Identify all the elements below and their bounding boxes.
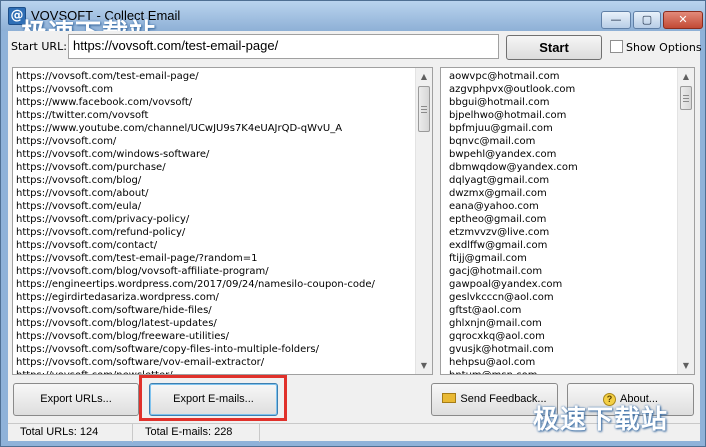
minimize-button[interactable]: —: [601, 11, 631, 29]
scroll-thumb[interactable]: [680, 86, 692, 110]
app-window: @ VOVSOFT - Collect Email — ▢ ✕ 极速下载站 St…: [0, 0, 706, 447]
email-list-scrollbar[interactable]: ▲ ▼: [677, 68, 694, 374]
start-button[interactable]: Start: [506, 35, 602, 60]
export-urls-button[interactable]: Export URLs...: [13, 383, 139, 416]
list-item[interactable]: https://vovsoft.com/newsletter/: [16, 369, 414, 374]
envelope-icon: [442, 393, 457, 403]
list-item[interactable]: etzmvvzv@live.com: [449, 226, 676, 239]
maximize-button[interactable]: ▢: [633, 11, 661, 29]
list-item[interactable]: azgvphpvx@outlook.com: [449, 83, 676, 96]
email-list-panel[interactable]: aowvpc@hotmail.com azgvphpvx@outlook.com b…: [440, 67, 695, 375]
list-item[interactable]: gawpoal@yandex.com: [449, 278, 676, 291]
start-url-input[interactable]: https://vovsoft.com/test-email-page/: [68, 34, 499, 59]
list-item[interactable]: https://vovsoft.com/windows-software/: [16, 148, 414, 161]
list-item[interactable]: https://engineertips.wordpress.com/2017/…: [16, 278, 414, 291]
list-item[interactable]: gvusjk@hotmail.com: [449, 343, 676, 356]
list-item[interactable]: https://vovsoft.com/refund-policy/: [16, 226, 414, 239]
scroll-down-icon[interactable]: ▼: [416, 357, 432, 374]
list-item[interactable]: bpfmjuu@gmail.com: [449, 122, 676, 135]
scroll-up-icon[interactable]: ▲: [678, 68, 694, 85]
list-item[interactable]: bjpelhwo@hotmail.com: [449, 109, 676, 122]
highlight-annotation: [139, 375, 287, 421]
list-item[interactable]: aowvpc@hotmail.com: [449, 70, 676, 83]
list-item[interactable]: https://vovsoft.com/test-email-page/?ran…: [16, 252, 414, 265]
email-list[interactable]: aowvpc@hotmail.com azgvphpvx@outlook.com b…: [449, 70, 676, 374]
list-item[interactable]: https://vovsoft.com/: [16, 135, 414, 148]
start-url-label: Start URL:: [11, 40, 67, 53]
list-item[interactable]: https://egirdirtedasariza.wordpress.com/: [16, 291, 414, 304]
checkbox-box[interactable]: [610, 40, 623, 53]
list-item[interactable]: https://vovsoft.com/blog/: [16, 174, 414, 187]
list-item[interactable]: https://vovsoft.com/blog/vovsoft-affilia…: [16, 265, 414, 278]
url-list-panel[interactable]: https://vovsoft.com/test-email-page/http…: [12, 67, 433, 375]
close-button[interactable]: ✕: [663, 11, 703, 29]
list-item[interactable]: https://vovsoft.com/contact/: [16, 239, 414, 252]
list-item[interactable]: dqlyagt@gmail.com: [449, 174, 676, 187]
list-item[interactable]: https://twitter.com/vovsoft: [16, 109, 414, 122]
list-item[interactable]: bqnvc@mail.com: [449, 135, 676, 148]
list-item[interactable]: https://vovsoft.com/purchase/: [16, 161, 414, 174]
list-item[interactable]: gacj@hotmail.com: [449, 265, 676, 278]
list-item[interactable]: https://www.facebook.com/vovsoft/: [16, 96, 414, 109]
list-item[interactable]: bbgui@hotmail.com: [449, 96, 676, 109]
list-item[interactable]: dwzmx@gmail.com: [449, 187, 676, 200]
list-item[interactable]: eptheo@gmail.com: [449, 213, 676, 226]
scroll-up-icon[interactable]: ▲: [416, 68, 432, 85]
list-item[interactable]: hntum@msn.com: [449, 369, 676, 374]
list-item[interactable]: https://vovsoft.com/test-email-page/: [16, 70, 414, 83]
list-item[interactable]: dbmwqdow@yandex.com: [449, 161, 676, 174]
list-item[interactable]: exdlffw@gmail.com: [449, 239, 676, 252]
list-item[interactable]: https://vovsoft.com/blog/freeware-utilit…: [16, 330, 414, 343]
list-item[interactable]: bwpehl@yandex.com: [449, 148, 676, 161]
show-options-checkbox[interactable]: Show Options: [610, 40, 702, 54]
list-item[interactable]: https://vovsoft.com: [16, 83, 414, 96]
list-item[interactable]: hehpsu@aol.com: [449, 356, 676, 369]
list-item[interactable]: eana@yahoo.com: [449, 200, 676, 213]
scroll-down-icon[interactable]: ▼: [678, 357, 694, 374]
list-item[interactable]: https://vovsoft.com/blog/latest-updates/: [16, 317, 414, 330]
status-total-emails: Total E-mails: 228: [133, 424, 260, 442]
scroll-thumb[interactable]: [418, 86, 430, 132]
status-total-urls: Total URLs: 124: [8, 424, 133, 442]
list-item[interactable]: https://vovsoft.com/about/: [16, 187, 414, 200]
list-item[interactable]: https://vovsoft.com/eula/: [16, 200, 414, 213]
list-item[interactable]: https://vovsoft.com/privacy-policy/: [16, 213, 414, 226]
show-options-label: Show Options: [626, 41, 702, 54]
list-item[interactable]: https://vovsoft.com/software/copy-files-…: [16, 343, 414, 356]
list-item[interactable]: ghlxnjn@mail.com: [449, 317, 676, 330]
list-item[interactable]: https://vovsoft.com/software/hide-files/: [16, 304, 414, 317]
url-list[interactable]: https://vovsoft.com/test-email-page/http…: [16, 70, 414, 374]
list-item[interactable]: geslvkcccn@aol.com: [449, 291, 676, 304]
list-item[interactable]: gqrocxkq@aol.com: [449, 330, 676, 343]
client-area: Start URL: https://vovsoft.com/test-emai…: [8, 31, 702, 442]
list-item[interactable]: gftst@aol.com: [449, 304, 676, 317]
list-item[interactable]: https://www.youtube.com/channel/UCwJU9s7…: [16, 122, 414, 135]
list-item[interactable]: https://vovsoft.com/software/vov-email-e…: [16, 356, 414, 369]
url-list-scrollbar[interactable]: ▲ ▼: [415, 68, 432, 374]
watermark-bottom: 极速下载站: [533, 405, 669, 435]
list-item[interactable]: ftijj@gmail.com: [449, 252, 676, 265]
